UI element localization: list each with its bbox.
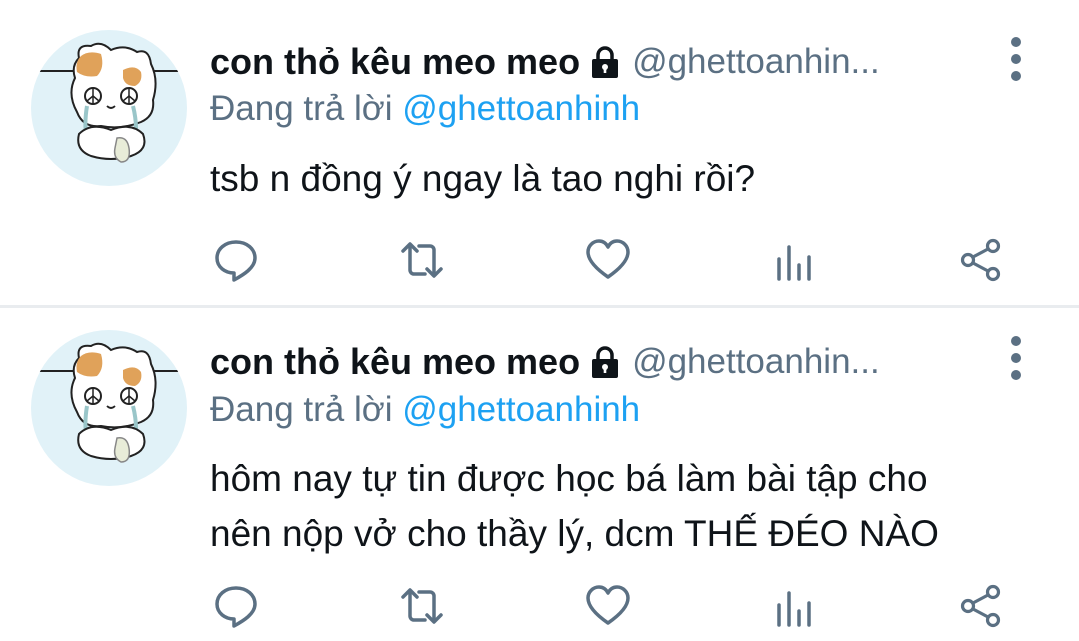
display-name[interactable]: con thỏ kêu meo meo	[210, 341, 580, 383]
reply-button[interactable]	[213, 583, 259, 629]
mention-link[interactable]: @ghettoanhinh	[402, 390, 640, 429]
display-name[interactable]: con thỏ kêu meo meo	[210, 41, 580, 83]
tweet-text: tsb n đồng ý ngay là tao nghi rồi?	[210, 151, 1050, 206]
avatar-image	[31, 342, 187, 463]
reply-icon	[215, 240, 257, 282]
replying-prefix: Đang trả lời	[210, 390, 393, 429]
analytics-icon	[777, 591, 811, 627]
tweet-text-line: hôm nay tự tin được học bá làm bài tập c…	[210, 458, 928, 499]
retweet-button[interactable]	[399, 237, 445, 283]
heart-icon	[586, 585, 630, 625]
avatar-image	[31, 42, 187, 163]
retweet-icon	[401, 242, 443, 278]
mention-link[interactable]: @ghettoanhinh	[402, 89, 640, 128]
user-handle[interactable]: @ghettoanhin...	[632, 342, 880, 382]
like-button[interactable]	[585, 237, 631, 283]
reply-button[interactable]	[213, 237, 259, 283]
reply-icon	[215, 586, 257, 628]
replying-to: Đang trả lời @ghettoanhinh	[210, 89, 640, 129]
analytics-button[interactable]	[772, 239, 818, 285]
like-button[interactable]	[585, 583, 631, 629]
lock-icon	[590, 345, 620, 379]
retweet-icon	[401, 588, 443, 624]
analytics-icon	[777, 245, 811, 281]
share-button[interactable]	[958, 583, 1004, 629]
heart-icon	[586, 239, 630, 279]
tweet-text-line: nên nộp vở cho thầy lý, dcm THẾ ĐÉO NÀO	[210, 513, 939, 554]
share-button[interactable]	[958, 237, 1004, 283]
more-vertical-icon[interactable]	[996, 327, 1036, 397]
lock-icon	[590, 45, 620, 79]
tweet[interactable]: con thỏ kêu meo meo @ghettoanhin... Đang…	[0, 308, 1079, 641]
tweet-text-line: tsb n đồng ý ngay là tao nghi rồi?	[210, 158, 756, 199]
user-handle[interactable]: @ghettoanhin...	[632, 42, 880, 82]
avatar[interactable]	[31, 330, 187, 486]
replying-to: Đang trả lời @ghettoanhinh	[210, 390, 640, 430]
tweet-header: con thỏ kêu meo meo @ghettoanhin...	[210, 37, 880, 87]
retweet-button[interactable]	[399, 583, 445, 629]
analytics-button[interactable]	[772, 585, 818, 631]
more-vertical-icon[interactable]	[996, 28, 1036, 98]
tweet[interactable]: con thỏ kêu meo meo @ghettoanhin... Đang…	[0, 0, 1079, 306]
avatar[interactable]	[31, 30, 187, 186]
tweet-text: hôm nay tự tin được học bá làm bài tập c…	[210, 451, 1050, 561]
tweet-header: con thỏ kêu meo meo @ghettoanhin...	[210, 337, 880, 387]
share-icon	[960, 238, 1001, 282]
share-icon	[960, 584, 1001, 628]
replying-prefix: Đang trả lời	[210, 89, 393, 128]
